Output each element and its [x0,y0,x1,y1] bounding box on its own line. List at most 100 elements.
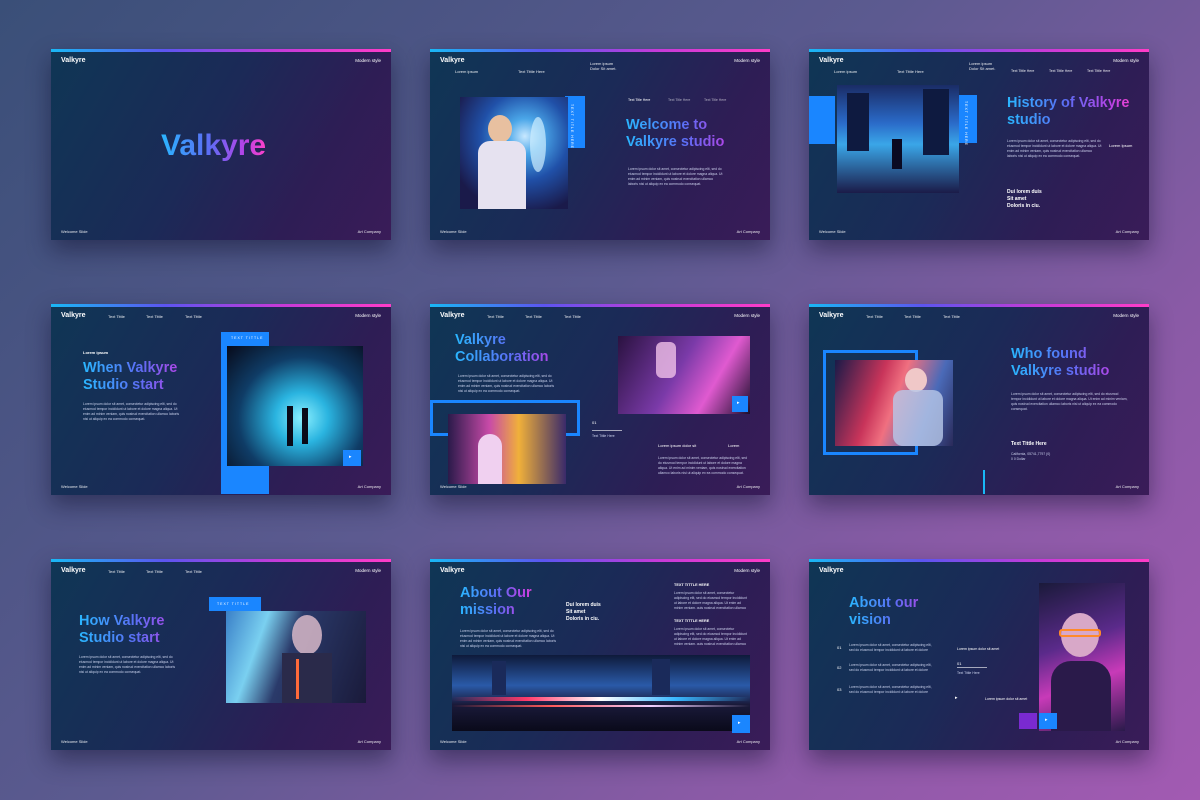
nav-item[interactable]: Text Tittle Here [1011,69,1034,73]
photo-city [837,85,959,193]
list-text: Lorem ipsum dolor sit amet, consectetur … [849,685,932,694]
tag: TEXT TITTLE [231,336,264,340]
divider [957,667,987,668]
footer-right: Art Company [1115,484,1139,489]
arrow-right-icon: ▸ [737,400,740,406]
dui-1: Dui lorem duis [1007,189,1042,195]
lorem-label: Lorem ipsum dolor sit [658,443,697,448]
nav-item[interactable]: Text Tittle [525,314,542,319]
footer-right: Art Company [736,739,760,744]
arrow-button[interactable] [732,715,750,733]
slide-heading: Welcome to Valkyre studio [626,117,756,151]
modern-style-label: Modern style [355,568,381,573]
footer-left: Welcome Slide [440,739,467,744]
arrow-button[interactable] [732,396,748,412]
slide-heading: About Our mission [460,585,540,619]
slide-vision[interactable]: Valkyre About our vision 01 Lorem ipsum … [809,559,1149,750]
vertical-tag-box [959,95,977,143]
section-body-2: Lorem ipsum dolor sit amet, consectetur … [674,627,747,645]
logo: Valkyre [819,567,844,574]
nav-item[interactable]: Text Tittle [904,314,921,319]
nav-item[interactable]: Text Tittle Here [518,69,545,74]
nav-item[interactable]: Lorem ipsum [834,69,857,74]
nav-item[interactable]: Lorem ipsum Dolor Sit amet. [590,61,618,71]
tab[interactable]: Text Title Here [704,98,726,102]
footer-left: Welcome Slide [61,484,88,489]
nav-item[interactable]: Text Tittle Here [897,69,924,74]
slide-title[interactable]: Valkyre Modern style Valkyre Welcome Sli… [51,49,391,240]
nav-button-prev[interactable] [1019,713,1037,729]
modern-style-label: Modern style [734,568,760,573]
nav-item[interactable]: Lorem ipsum [455,69,478,74]
list-text: Lorem ipsum dolor sit amet, consectetur … [849,643,932,652]
caption: Text Tittle Here [592,434,615,438]
nav-item[interactable]: Text Tittle [185,314,202,319]
nav-item[interactable]: Text Tittle [866,314,883,319]
body-text: Lorem ipsum dolor sit amet, consectetur … [1007,139,1102,158]
footer-right: Art Company [736,484,760,489]
nav-item[interactable]: Text Tittle [108,569,125,574]
dui-3: Doloris in ciu. [1007,203,1041,209]
nav-item[interactable]: Text Tittle [943,314,960,319]
body-text: Lorem ipsum dolor sit amet, consectetur … [79,655,176,674]
modern-style-label: Modern style [355,58,381,63]
nav-item[interactable]: Text Tittle Here [1049,69,1072,73]
tab[interactable]: Text Title Here [628,98,650,102]
logo: Valkyre [819,57,844,64]
dui-3: Doloris in ciu. [566,616,600,622]
slide-mission[interactable]: Valkyre Modern style About Our mission D… [430,559,770,750]
caption: Text Tittle Here [957,671,980,675]
slide-when[interactable]: Valkyre Text Tittle Text Tittle Text Tit… [51,304,391,495]
dui-2: Sit amet [1007,196,1027,202]
footer-left: Welcome Slide [440,229,467,234]
footer-right: Art Company [357,484,381,489]
slide-how[interactable]: Valkyre Text Tittle Text Tittle Text Tit… [51,559,391,750]
photo-frame [565,96,585,148]
address: California, 05741,7797 (0) 0 0 Dollar [1011,452,1051,461]
slide-welcome[interactable]: Valkyre Lorem ipsum Text Tittle Here Lor… [430,49,770,240]
slide-heading: Valkyre Collaboration [455,332,580,366]
photo-woman-glasses [1039,583,1125,731]
footer-left: Welcome Slide [819,229,846,234]
nav-button-next[interactable] [1039,713,1057,729]
nav-item[interactable]: Text Tittle [108,314,125,319]
number: 01 [957,661,962,666]
body-text: Lorem ipsum dolor sit amet, consectetur … [628,167,723,186]
modern-style-label: Modern style [1113,58,1139,63]
body-text: Lorem ipsum dolor sit amet, consectetur … [458,374,555,393]
arrow-button[interactable] [343,450,361,466]
vertical-tag: TEXT TITLE HERE [570,104,574,150]
section-title-2: TEXT TITTLE HERE [674,619,710,623]
slide-collaboration[interactable]: Valkyre Text Tittle Text Tittle Text Tit… [430,304,770,495]
dui-2: Sit amet [566,609,586,615]
nav-item[interactable]: Lorem ipsum Dolor Sit amet. [969,61,997,71]
slide-heading: When Valkyre Studio start [83,360,208,394]
slide-history[interactable]: Valkyre Lorem ipsum Text Tittle Here Lor… [809,49,1149,240]
dui-1: Dui lorem duis [566,602,601,608]
lorem-label-right: Lorem [728,443,740,448]
logo: Valkyre [440,57,465,64]
footer-left: Welcome Slide [61,739,88,744]
logo: Valkyre [819,312,844,319]
nav-item[interactable]: Text Tittle [146,569,163,574]
nav-item[interactable]: Text Tittle Here [1087,69,1110,73]
nav-item[interactable]: Text Tittle [487,314,504,319]
tab[interactable]: Text Title Here [668,98,690,102]
section-body-1: Lorem ipsum dolor sit amet, consectetur … [674,591,747,609]
nav-item[interactable]: Text Tittle [146,314,163,319]
play-icon[interactable]: ▸ [955,695,958,701]
accent-line [983,470,985,494]
slide-heading: How Valkyre Studio start [79,613,204,647]
photo-girl-neon [448,414,566,484]
slide-title-text: Valkyre [161,129,267,162]
footer-right: Art Company [357,229,381,234]
nav-item[interactable]: Text Tittle [564,314,581,319]
accent-block [809,96,835,144]
slide-who-found[interactable]: Valkyre Text Tittle Text Tittle Text Tit… [809,304,1149,495]
nav-item[interactable]: Text Tittle [185,569,202,574]
footer-right: Art Company [736,229,760,234]
photo-woman-neon [835,360,953,446]
list-number: 02 [837,665,842,670]
logo: Valkyre [61,312,86,319]
logo: Valkyre [440,567,465,574]
